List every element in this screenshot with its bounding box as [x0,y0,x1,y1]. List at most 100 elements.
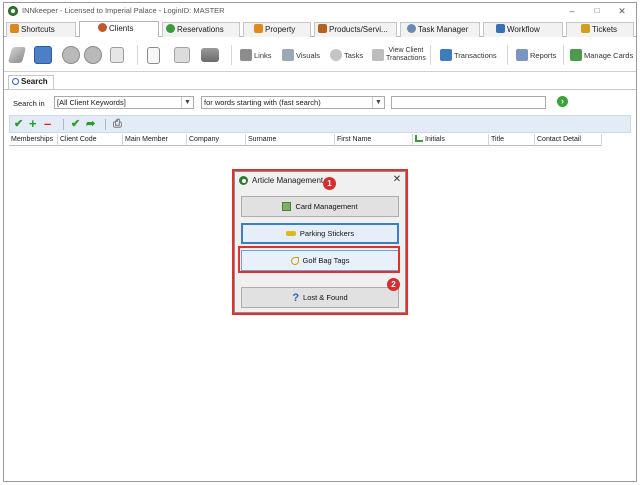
tab-clients[interactable]: Clients [79,21,159,37]
search-in-label: Search in [13,99,45,108]
print-list-icon[interactable]: ⎙ [113,117,122,131]
manage-cards-icon [570,49,582,61]
action-separator [105,119,106,130]
window-title: INNkeeper - Licensed to Imperial Palace … [22,6,225,15]
search-mode-select[interactable]: for words starting with (fast search) ▼ [201,96,385,109]
merge-button[interactable] [174,43,190,67]
sort-icon [415,135,423,142]
reports-button[interactable]: Reports [516,43,556,67]
lost-and-found-button[interactable]: ? Lost & Found [241,287,399,308]
card-management-label: Card Management [295,202,358,211]
links-icon [240,49,252,61]
dialog-title-bar: Article Management [239,176,323,185]
column-header-initials[interactable]: Initials [413,134,489,146]
action-separator [63,119,64,130]
column-header[interactable]: Contact Detail [535,134,602,146]
clients-icon [98,23,107,32]
refresh-button[interactable] [110,43,124,67]
toolbar: Links Visuals Tasks View Client Transact… [4,38,636,72]
chevron-down-icon: ▼ [181,97,193,108]
search-scope-select[interactable]: [All Client Keywords] ▼ [54,96,194,109]
lost-and-found-label: Lost & Found [303,293,348,302]
article-management-dialog: Article Management ✕ Card Management Par… [234,171,406,313]
toolbar-separator [231,45,232,65]
maximize-button[interactable]: □ [587,4,607,18]
search-icon [12,78,19,85]
toolbar-separator [507,45,508,65]
column-header-label: Initials [425,136,445,143]
back-button[interactable] [62,43,80,67]
tab-search[interactable]: Search [8,75,54,89]
column-header[interactable]: Company [187,134,246,146]
back-arrow-icon [62,46,80,64]
document-icon [147,46,160,64]
column-header[interactable]: Surname [246,134,335,146]
merge-icon [174,47,190,63]
tab-property[interactable]: Property [243,22,311,37]
column-header[interactable]: Main Member [123,134,187,146]
accept-icon[interactable]: ✔ [14,117,23,131]
tab-shortcuts[interactable]: Shortcuts [6,22,76,37]
reports-icon [516,49,528,61]
car-icon [285,231,296,236]
tag-icon [290,256,299,265]
dialog-title: Article Management [252,176,324,185]
close-window-button[interactable]: ✕ [612,4,632,18]
column-header[interactable]: Memberships [9,134,58,146]
edit-button[interactable] [7,43,27,67]
tab-tickets[interactable]: Tickets [566,22,634,37]
annotation-badge-2: 2 [387,278,400,291]
search-tab-label: Search [21,77,48,86]
manage-cards-button[interactable]: Manage Cards [570,43,633,67]
parking-stickers-button[interactable]: Parking Stickers [241,223,399,244]
column-header[interactable]: Title [489,134,535,146]
app-logo-icon [8,6,18,16]
column-header[interactable]: Client Code [58,134,123,146]
golf-bag-tags-label: Golf Bag Tags [302,256,350,265]
search-input[interactable] [391,96,546,109]
tab-reservations[interactable]: Reservations [162,22,240,37]
card-management-icon [282,202,292,211]
client-card-button[interactable] [34,43,52,67]
view-client-transactions-button[interactable]: View Client Transactions [372,43,426,67]
add-icon[interactable]: + [29,117,37,131]
minimize-button[interactable]: – [562,4,582,18]
links-button[interactable]: Links [240,43,272,67]
print-button[interactable] [201,43,219,67]
card-management-button[interactable]: Card Management [241,196,399,217]
main-tab-bar: Shortcuts Clients Reservations Property … [4,20,636,37]
shortcuts-icon [10,24,19,33]
remove-icon[interactable]: – [44,117,51,131]
property-icon [254,24,263,33]
refresh-icon [110,47,124,63]
tasks-button[interactable]: Tasks [330,43,363,67]
new-document-button[interactable] [147,43,160,67]
annotation-badge-1: 1 [323,177,336,190]
search-bar: Search in [All Client Keywords] ▼ for wo… [4,94,636,110]
redo-icon[interactable]: ➦ [86,117,95,131]
golf-bag-tags-button[interactable]: Golf Bag Tags [241,250,399,271]
tab-task-manager[interactable]: Task Manager [400,22,480,37]
column-header[interactable]: First Name [335,134,413,146]
visuals-icon [282,49,294,61]
dialog-close-button[interactable]: ✕ [391,174,403,186]
question-icon: ? [292,291,300,304]
tab-workflow[interactable]: Workflow [483,22,563,37]
transactions-icon [440,49,452,61]
toolbar-separator [137,45,138,65]
search-mode-value: for words starting with (fast search) [204,98,321,107]
divider [4,89,636,90]
tab-products[interactable]: Products/Servi... [314,22,397,37]
forward-arrow-icon [84,46,102,64]
toolbar-separator [430,45,431,65]
transactions-view-icon [372,49,384,61]
transactions-button[interactable]: Transactions [440,43,497,67]
action-bar: ✔ + – ✔ ➦ ⎙ [9,115,631,133]
reservations-icon [166,24,175,33]
id-card-icon [34,46,52,64]
check-all-icon[interactable]: ✔ [71,117,80,131]
search-go-button[interactable]: › [557,96,568,107]
visuals-button[interactable]: Visuals [282,43,320,67]
forward-button[interactable] [84,43,102,67]
toolbar-separator [563,45,564,65]
